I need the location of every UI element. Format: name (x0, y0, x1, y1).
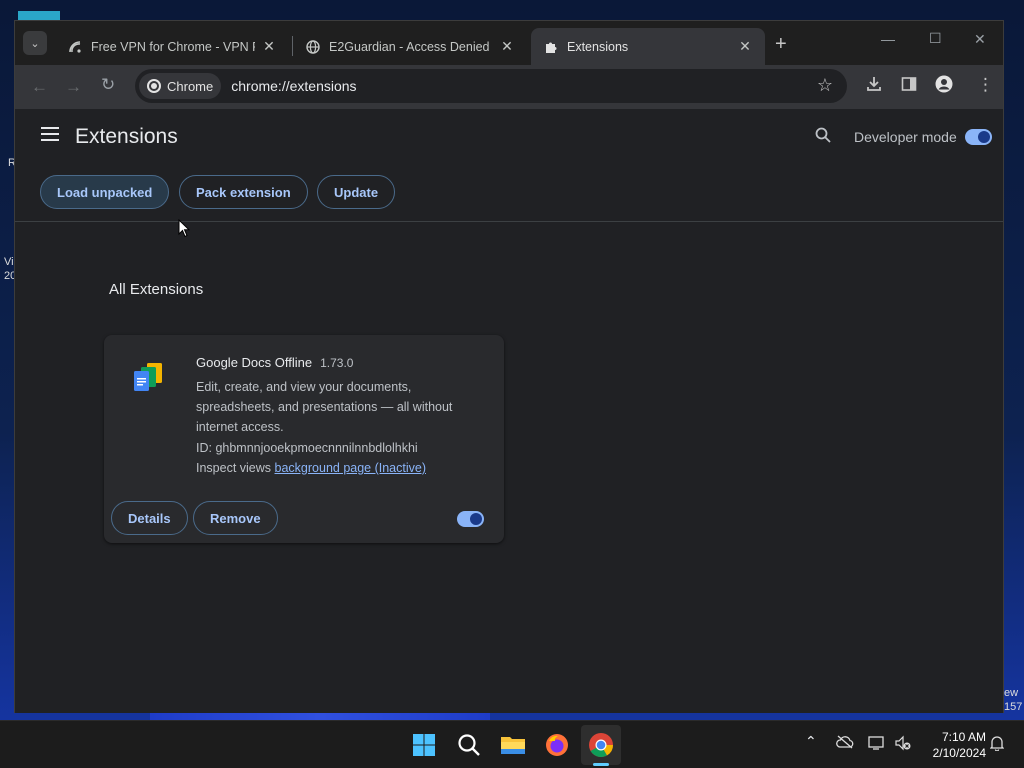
chevron-up-icon[interactable]: ⌃ (805, 733, 817, 750)
clock-time: 7:10 AM (941, 730, 986, 744)
extension-enable-toggle[interactable] (457, 511, 484, 527)
bookmark-star-icon[interactable]: ☆ (817, 75, 833, 96)
browser-window: ⌄ Free VPN for Chrome - VPN Pro ✕ E2Guar… (14, 20, 1004, 713)
chevron-down-icon: ⌄ (30, 37, 40, 50)
reload-icon[interactable]: ↻ (101, 75, 115, 95)
clock-date: 2/10/2024 (932, 746, 986, 760)
pack-extension-button[interactable]: Pack extension (179, 175, 308, 209)
tab-e2guardian[interactable]: E2Guardian - Access Denied ✕ (293, 28, 527, 65)
mouse-cursor-icon (178, 219, 190, 238)
puzzle-icon (543, 39, 559, 55)
forward-arrow-icon[interactable]: → (65, 77, 82, 97)
section-title: All Extensions (109, 281, 204, 298)
tab-extensions[interactable]: Extensions ✕ (531, 28, 765, 65)
developer-mode-toggle[interactable] (965, 129, 992, 145)
firefox-icon[interactable] (543, 731, 571, 759)
extension-card: Google Docs Offline 1.73.0 Edit, create, … (104, 335, 504, 543)
load-unpacked-button[interactable]: Load unpacked (40, 175, 170, 209)
profile-avatar-icon[interactable] (935, 75, 953, 98)
volume-muted-icon[interactable] (894, 735, 912, 754)
new-tab-button[interactable]: + (775, 33, 787, 56)
page-title: Extensions (75, 125, 178, 148)
windows-start-icon[interactable] (410, 731, 438, 759)
extension-version: 1.73.0 (320, 356, 354, 370)
extension-name: Google Docs Offline (196, 355, 313, 370)
toolbar-divider (15, 221, 1003, 222)
tab-search-button[interactable]: ⌄ (23, 31, 47, 55)
desktop-icon-fragment (18, 11, 60, 20)
chip-label: Chrome (167, 78, 214, 94)
search-icon[interactable] (815, 127, 831, 148)
vpn-icon (67, 39, 83, 55)
background-page-link[interactable]: background page (Inactive) (275, 461, 426, 475)
file-explorer-icon[interactable] (499, 731, 527, 759)
extension-id: ID: ghbmnnjooekpmoecnnnilnnbdlolhkhi (196, 441, 418, 455)
more-menu-icon[interactable]: ⋮ (977, 75, 994, 95)
download-icon[interactable] (865, 75, 883, 98)
extension-description: Edit, create, and view your documents, s… (196, 380, 453, 434)
close-icon[interactable]: ✕ (261, 38, 277, 55)
inspect-views-label: Inspect views (196, 461, 272, 475)
tab-free-vpn[interactable]: Free VPN for Chrome - VPN Pro ✕ (55, 28, 289, 65)
site-info-chip[interactable]: Chrome (139, 73, 222, 99)
details-button[interactable]: Details (111, 501, 188, 535)
url-text[interactable]: chrome://extensions (231, 78, 356, 94)
taskbar: ⌃ 7:10 AM 2/10/2024 (0, 720, 1024, 768)
close-icon[interactable]: ✕ (737, 38, 753, 55)
extension-name-row: Google Docs Offline 1.73.0 (196, 355, 353, 370)
tab-title: E2Guardian - Access Denied (329, 39, 490, 54)
address-bar[interactable]: Chrome chrome://extensions ☆ (135, 69, 847, 103)
tab-title: Free VPN for Chrome - VPN Pro (91, 39, 255, 54)
onedrive-icon[interactable] (836, 735, 854, 752)
maximize-icon[interactable]: ☐ (929, 30, 942, 47)
system-clock[interactable]: 7:10 AM 2/10/2024 (920, 729, 986, 761)
desktop-text-fragment: Vi (4, 256, 14, 268)
network-icon[interactable] (868, 735, 886, 754)
minimize-icon[interactable]: — (881, 31, 895, 47)
search-icon[interactable] (455, 731, 483, 759)
developer-mode-label: Developer mode (854, 129, 957, 145)
google-docs-offline-icon (130, 359, 166, 395)
active-app-indicator (593, 763, 609, 766)
notification-bell-icon[interactable] (989, 735, 1005, 754)
tab-strip: ⌄ Free VPN for Chrome - VPN Pro ✕ E2Guar… (15, 21, 1003, 65)
extensions-page: Extensions Developer mode Load unpacked … (15, 109, 1003, 713)
window-close-icon[interactable]: ✕ (974, 31, 986, 48)
menu-icon[interactable] (41, 127, 59, 145)
remove-button[interactable]: Remove (193, 501, 278, 535)
chrome-taskbar-icon[interactable] (581, 725, 621, 765)
close-icon[interactable]: ✕ (499, 38, 515, 55)
globe-icon (305, 39, 321, 55)
desktop-text-fragment: 157 (1004, 701, 1023, 713)
tab-title: Extensions (567, 39, 629, 54)
browser-toolbar: ← → ↻ Chrome chrome://extensions ☆ ⋮ (15, 65, 1003, 109)
side-panel-icon[interactable] (901, 76, 917, 97)
chrome-logo-icon (147, 79, 161, 93)
inspect-views-row: Inspect views background page (Inactive) (196, 461, 426, 475)
update-button[interactable]: Update (317, 175, 396, 209)
desktop-text-fragment: ew (1004, 687, 1019, 699)
back-arrow-icon[interactable]: ← (31, 77, 48, 97)
